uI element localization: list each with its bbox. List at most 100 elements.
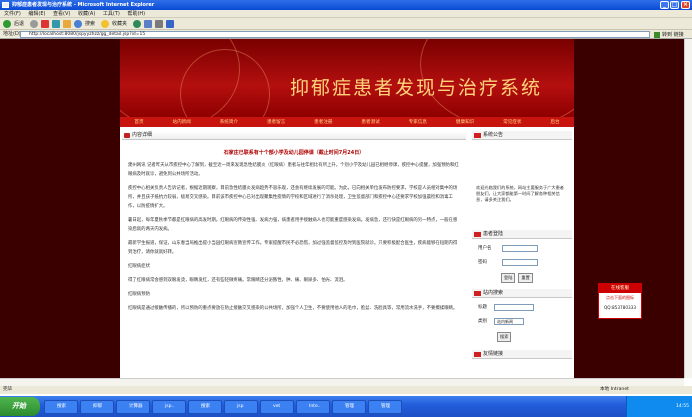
- close-button[interactable]: ×: [681, 1, 690, 9]
- login-title: 患者登陆: [483, 231, 504, 237]
- menu-file[interactable]: 文件(F): [4, 11, 21, 17]
- taskbar-item[interactable]: jsp..: [152, 399, 186, 414]
- taskbar-item[interactable]: 搜索: [188, 399, 222, 414]
- search-section-icon: [474, 291, 481, 296]
- mail-icon[interactable]: [144, 19, 153, 28]
- section-title: 内容详细: [132, 132, 153, 138]
- links-header: 友情链接: [472, 350, 572, 359]
- password-row: 密码: [478, 259, 572, 267]
- username-input[interactable]: [502, 245, 538, 252]
- window-title: 抑郁症患者发现与治疗系统 - Microsoft Internet Explor…: [12, 2, 155, 8]
- edit-icon[interactable]: [166, 19, 175, 28]
- maximize-button[interactable]: □: [670, 1, 679, 9]
- article-paragraph: 建州网讯 记者昨天从市疾控中心了解到，截至近一周来发现急性结膜炎（红眼病）患者与…: [128, 163, 459, 177]
- site-search-button[interactable]: 搜索: [497, 332, 512, 342]
- nav-messages[interactable]: 患者留言: [267, 119, 285, 125]
- menu-favorites[interactable]: 收藏(A): [78, 11, 95, 17]
- taskbar-item[interactable]: 抑郁: [80, 399, 114, 414]
- search-icon[interactable]: [74, 19, 83, 28]
- taskbar-item[interactable]: jsp: [224, 399, 258, 414]
- horizontal-scrollbar[interactable]: [0, 378, 684, 386]
- nav-experts[interactable]: 专家信息: [409, 119, 427, 125]
- toolbar: 后退 搜索 收藏夹: [0, 18, 692, 30]
- nav-intro[interactable]: 系统简介: [220, 119, 238, 125]
- notice-header: 系统公告: [472, 131, 572, 140]
- online-service-title: 在线客服: [599, 284, 641, 293]
- qq-link[interactable]: QQ:853780333: [599, 305, 641, 310]
- article-subheading: 红眼病预防: [128, 292, 150, 297]
- links-label[interactable]: 链接: [674, 32, 684, 38]
- nav-symptoms[interactable]: 常见症状: [503, 119, 521, 125]
- favorites-button-label[interactable]: 收藏夹: [112, 20, 127, 27]
- reset-button[interactable]: 重置: [518, 273, 533, 283]
- favorites-icon[interactable]: [101, 19, 110, 28]
- search-button-label[interactable]: 搜索: [85, 20, 95, 27]
- notice-title: 系统公告: [483, 132, 504, 138]
- nav-admin[interactable]: 后台: [550, 119, 559, 125]
- address-bar: 地址(D) http://localhost:8080/jspyyzhzz/gg…: [0, 30, 692, 39]
- article-subheading: 红眼病症状: [128, 264, 150, 269]
- article-paragraph: 疾控中心相关负责人告诉记者，根据近期观察，目前急性结膜炎发病趋势不容乐观，还会有…: [128, 186, 458, 209]
- go-arrow-icon: [654, 31, 660, 38]
- vertical-scrollbar[interactable]: [684, 39, 692, 378]
- type-label: 类别: [478, 319, 487, 324]
- status-text: 完毕: [3, 387, 13, 392]
- stop-icon[interactable]: [41, 19, 50, 28]
- type-row: 类别 站内新闻: [478, 318, 572, 326]
- menu-help[interactable]: 帮助(H): [127, 11, 145, 17]
- taskbar-item[interactable]: Inte..: [296, 399, 330, 414]
- ie-icon: [2, 2, 9, 8]
- nav-register[interactable]: 患者注册: [314, 119, 332, 125]
- keyword-input[interactable]: [494, 304, 534, 311]
- history-icon[interactable]: [133, 19, 142, 28]
- print-icon[interactable]: [155, 19, 164, 28]
- sidebar: 系统公告 欢迎光临我们的系统，网站主要服务于广大患者朋友们，让大家都能第一时间了…: [472, 131, 572, 378]
- main-column: 内容详细 石家庄已联系有十个部小学及幼儿园停课（截止时间7月24日） 建州网讯 …: [122, 131, 466, 378]
- section-icon: [124, 133, 130, 138]
- keyword-label: 标题: [478, 305, 487, 310]
- taskbar: 开始 搜索 抑郁 计算器 jsp.. 搜索 jsp vet Inte.. 管理 …: [0, 396, 692, 417]
- zone-indicator: 本地 Intranet: [600, 387, 629, 392]
- system-tray: 14:55: [626, 396, 692, 417]
- search-button-row: 搜索: [478, 332, 572, 342]
- back-button-label[interactable]: 后退: [14, 20, 24, 27]
- login-button[interactable]: 登陆: [501, 273, 516, 283]
- section-header: 内容详细: [122, 131, 466, 140]
- login-icon: [474, 232, 481, 237]
- start-button[interactable]: 开始: [0, 397, 40, 416]
- menu-tools[interactable]: 工具(T): [103, 11, 120, 17]
- clock: 14:55: [676, 404, 689, 409]
- go-label: 转到: [662, 32, 673, 38]
- window-titlebar: 抑郁症患者发现与治疗系统 - Microsoft Internet Explor…: [0, 0, 692, 10]
- keyword-row: 标题: [478, 304, 572, 312]
- notice-icon: [474, 133, 481, 138]
- menu-view[interactable]: 查看(V): [53, 11, 70, 17]
- home-icon[interactable]: [63, 19, 72, 28]
- nav-health[interactable]: 健康知识: [456, 119, 474, 125]
- forward-icon[interactable]: [30, 19, 39, 28]
- nav-home[interactable]: 首页: [134, 119, 143, 125]
- article-title: 石家庄已联系有十个部小学及幼儿园停课（截止时间7月24日）: [223, 150, 365, 156]
- taskbar-item[interactable]: 计算器: [116, 399, 150, 414]
- menu-edit[interactable]: 编辑(E): [28, 11, 45, 17]
- online-service-widget: 在线客服 点击下面的图标 QQ:853780333: [598, 283, 642, 319]
- nav-test[interactable]: 患者测试: [361, 119, 379, 125]
- links-title: 友情链接: [483, 351, 504, 357]
- refresh-icon[interactable]: [52, 19, 61, 28]
- minimize-button[interactable]: _: [660, 1, 669, 9]
- address-input[interactable]: http://localhost:8080/jspyyzhzz/gg_detai…: [20, 31, 650, 38]
- back-icon[interactable]: [3, 19, 11, 28]
- article-paragraph: 得了红眼病常会感到双眼发烫，眼睛发红，还有些轻微疼痛。常眼睛还分泌脓性，肿、痛、…: [128, 278, 348, 283]
- taskbar-item[interactable]: 管理: [332, 399, 366, 414]
- menu-bar: 文件(F) 编辑(E) 查看(V) 收藏(A) 工具(T) 帮助(H): [0, 10, 692, 18]
- password-input[interactable]: [502, 259, 538, 266]
- type-select[interactable]: 站内新闻: [494, 318, 524, 325]
- taskbar-item[interactable]: 管理: [368, 399, 402, 414]
- search-header: 站内搜索: [472, 289, 572, 298]
- article-paragraph: 红眼病是通过接触传播的，所以预防的重点要放在防止接触交叉感染的公共场所，加强个人…: [128, 306, 458, 311]
- taskbar-item[interactable]: vet: [260, 399, 294, 414]
- taskbar-item[interactable]: 搜索: [44, 399, 78, 414]
- online-service-hint: 点击下面的图标: [606, 295, 634, 300]
- nav-news[interactable]: 站内新闻: [172, 119, 190, 125]
- login-buttons: 登陆 重置: [478, 273, 572, 283]
